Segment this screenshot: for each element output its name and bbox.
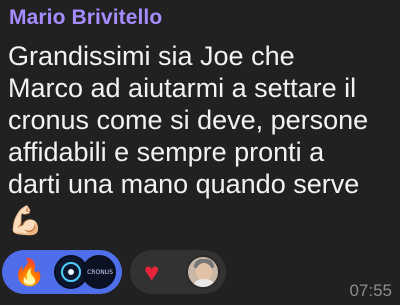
message-bubble[interactable]: Mario Brivitello Grandissimi sia Joe che… bbox=[0, 0, 400, 305]
reaction-heart[interactable]: ♥ bbox=[130, 250, 226, 294]
flexed-biceps-emoji: 💪🏻 bbox=[8, 205, 43, 236]
heart-emoji: ♥ bbox=[144, 257, 160, 287]
ring-dot-icon bbox=[68, 269, 74, 275]
fire-emoji: 🔥 bbox=[13, 257, 46, 287]
avatar-logo-text: CRONUS bbox=[87, 269, 113, 276]
message-time: 07:55 bbox=[349, 281, 392, 300]
sender-name[interactable]: Mario Brivitello bbox=[9, 6, 162, 30]
reactor-avatar bbox=[186, 255, 220, 289]
reaction-fire[interactable]: 🔥 CRONUS bbox=[2, 250, 122, 294]
message-text: Grandissimi sia Joe che Marco ad aiutarm… bbox=[8, 41, 369, 199]
avatar-shirt bbox=[191, 279, 217, 287]
reactor-avatar: CRONUS bbox=[82, 255, 116, 289]
